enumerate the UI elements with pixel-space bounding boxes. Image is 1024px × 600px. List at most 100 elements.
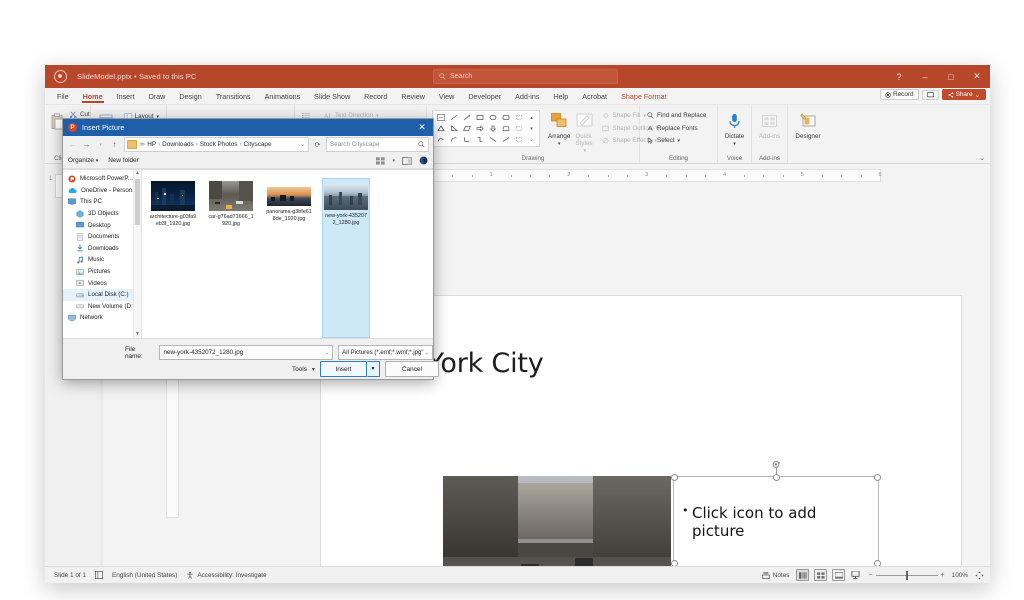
- help-icon[interactable]: ?: [886, 65, 912, 88]
- close-button[interactable]: ✕: [964, 65, 990, 88]
- tools-caret-icon[interactable]: ▾: [312, 366, 315, 373]
- minimize-button[interactable]: –: [912, 65, 938, 88]
- shape-connector-icon[interactable]: [473, 134, 486, 145]
- resize-handle-n[interactable]: [773, 474, 780, 481]
- find-and-replace-button[interactable]: Find and Replace: [645, 110, 708, 121]
- tab-add-ins[interactable]: Add-ins: [513, 91, 541, 102]
- language-indicator[interactable]: English (United States): [112, 572, 177, 579]
- nav-up-button[interactable]: ↑: [109, 139, 120, 151]
- file-list[interactable]: architecture-g03fa9eb3f_1920.jpg car-g76…: [142, 170, 433, 338]
- preview-pane-icon[interactable]: [402, 156, 412, 165]
- shape-right-triangle-icon[interactable]: [447, 123, 460, 134]
- tab-slide-show[interactable]: Slide Show: [312, 91, 352, 102]
- file-item[interactable]: architecture-g03fa9eb3f_1920.jpg: [148, 178, 198, 338]
- zoom-in-button[interactable]: +: [941, 572, 945, 579]
- nav-item-3d-objects[interactable]: 3D Objects: [63, 208, 141, 220]
- ribbon-collapse-icon[interactable]: ⌄: [979, 154, 985, 162]
- tab-insert[interactable]: Insert: [115, 91, 137, 102]
- shape-textbox-icon[interactable]: [434, 112, 447, 123]
- rotate-handle[interactable]: [772, 460, 781, 469]
- slide-image-new-york[interactable]: [443, 476, 671, 568]
- picture-placeholder[interactable]: • Click icon to add picture: [671, 461, 881, 568]
- nav-back-button[interactable]: ←: [67, 139, 78, 151]
- breadcrumb[interactable]: ≫ HP › Downloads › Stock Photos › Citysc…: [124, 137, 309, 152]
- notes-button[interactable]: Notes: [761, 571, 789, 579]
- resize-handle-ne[interactable]: [874, 474, 881, 481]
- share-button[interactable]: Share ⌄: [941, 89, 986, 100]
- dialog-navigation-pane[interactable]: Microsoft PowerP... OneDrive - Person...…: [63, 170, 142, 338]
- dialog-help-icon[interactable]: [419, 156, 428, 165]
- scroll-thumb[interactable]: [135, 179, 140, 225]
- insert-dropdown-button[interactable]: ▼: [366, 361, 380, 377]
- file-type-dropdown-icon[interactable]: ⌄: [425, 350, 429, 356]
- placeholder-prompt-text[interactable]: • Click icon to add picture: [682, 504, 852, 541]
- tab-acrobat[interactable]: Acrobat: [580, 91, 609, 102]
- tab-shape-format[interactable]: Shape Format: [619, 91, 669, 102]
- tab-review[interactable]: Review: [399, 91, 427, 102]
- comments-icon[interactable]: [921, 89, 939, 100]
- shape-right-arrow-icon[interactable]: [473, 123, 486, 134]
- nav-item-music[interactable]: Music: [63, 254, 141, 266]
- slide-sorter-icon[interactable]: [814, 569, 828, 581]
- shape-oval-icon[interactable]: [486, 112, 499, 123]
- fit-to-window-icon[interactable]: [975, 570, 984, 580]
- reading-view-icon[interactable]: [832, 569, 846, 581]
- shapes-scroll-down-icon[interactable]: ▾: [525, 123, 538, 134]
- shape-more-1-icon[interactable]: [512, 112, 525, 123]
- dialog-close-button[interactable]: ✕: [413, 119, 431, 136]
- nav-item-pictures[interactable]: Pictures: [63, 266, 141, 278]
- accessibility-indicator[interactable]: Accessibility: Investigate: [186, 571, 267, 579]
- zoom-track[interactable]: [875, 570, 938, 580]
- nav-item-documents[interactable]: Documents: [63, 231, 141, 243]
- zoom-slider[interactable]: − +: [868, 570, 945, 580]
- nav-recent-locations-button[interactable]: ▾: [95, 139, 106, 151]
- file-type-select[interactable]: All Pictures (*.emf;*.wmf;*.jpg" ⌄: [338, 345, 433, 360]
- nav-item-desktop[interactable]: Desktop: [63, 219, 141, 231]
- change-view-icon[interactable]: [376, 156, 386, 165]
- refresh-icon[interactable]: ⟳: [312, 141, 323, 149]
- maximize-button[interactable]: □: [938, 65, 964, 88]
- nav-item-downloads[interactable]: Downloads: [63, 243, 141, 255]
- nav-item-new-volume-d[interactable]: New Volume (D:): [63, 301, 141, 313]
- shape-rounded-rect-icon[interactable]: [499, 112, 512, 123]
- shape-parallelogram-icon[interactable]: [460, 123, 473, 134]
- record-button[interactable]: Record: [879, 89, 919, 100]
- cancel-button[interactable]: Cancel: [384, 361, 439, 377]
- dialog-search-input[interactable]: Search Cityscape: [326, 137, 429, 152]
- change-view-caret-icon[interactable]: ▾: [392, 158, 395, 164]
- tab-transitions[interactable]: Transitions: [214, 91, 253, 102]
- tab-help[interactable]: Help: [551, 91, 570, 102]
- resize-handle-nw[interactable]: [671, 474, 678, 481]
- scroll-up-icon[interactable]: ▲: [134, 170, 141, 176]
- new-folder-button[interactable]: New folder: [108, 157, 139, 164]
- tab-draw[interactable]: Draw: [147, 91, 168, 102]
- normal-view-icon[interactable]: [796, 569, 810, 581]
- breadcrumb-item-stock-photos[interactable]: Stock Photos: [200, 141, 238, 148]
- nav-item-network[interactable]: Network: [63, 312, 141, 324]
- tab-record[interactable]: Record: [362, 91, 389, 102]
- nav-pane-scrollbar[interactable]: ▲ ▼: [133, 170, 141, 338]
- tab-file[interactable]: File: [55, 91, 71, 102]
- file-item[interactable]: panorama-g3bfe618de_1920.jpg: [264, 178, 314, 338]
- shape-line-icon[interactable]: [447, 112, 460, 123]
- zoom-thumb[interactable]: [905, 570, 909, 580]
- autosave-toggle-icon[interactable]: [51, 70, 69, 84]
- tab-home[interactable]: Home: [81, 91, 105, 103]
- nav-forward-button[interactable]: →: [81, 139, 92, 151]
- shape-diagonal-2-icon[interactable]: [499, 134, 512, 145]
- file-name-dropdown-icon[interactable]: ⌄: [325, 350, 329, 356]
- shapes-scroll-up-icon[interactable]: ▴: [525, 112, 538, 123]
- nav-item-onedrive[interactable]: OneDrive - Person...: [63, 185, 141, 197]
- shape-elbow-icon[interactable]: [460, 134, 473, 145]
- zoom-out-button[interactable]: −: [868, 572, 872, 579]
- zoom-level-label[interactable]: 100%: [952, 572, 968, 579]
- tab-design[interactable]: Design: [177, 91, 203, 102]
- scroll-down-icon[interactable]: ▼: [134, 331, 141, 337]
- breadcrumb-item-hp[interactable]: HP: [147, 141, 156, 148]
- shape-arc-icon[interactable]: [447, 134, 460, 145]
- insert-button[interactable]: Insert: [319, 361, 367, 377]
- breadcrumb-dropdown-icon[interactable]: ⌄: [300, 141, 306, 148]
- shape-triangle-icon[interactable]: [434, 123, 447, 134]
- shape-arrow-icon[interactable]: [460, 112, 473, 123]
- shape-more-2-icon[interactable]: [512, 123, 525, 134]
